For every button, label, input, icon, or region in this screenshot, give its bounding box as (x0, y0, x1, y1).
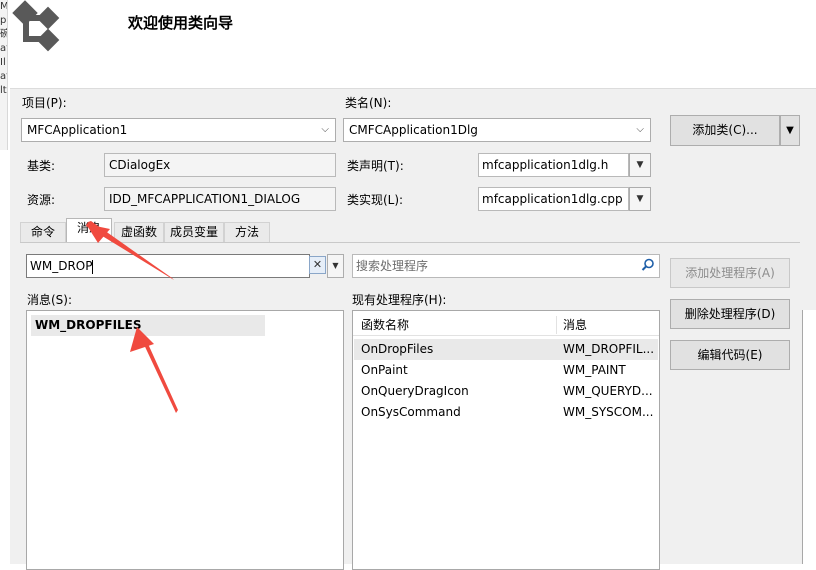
add-handler-button[interactable]: 添加处理程序(A) (670, 258, 790, 288)
fragment-line: p (0, 15, 7, 26)
close-icon[interactable]: ✕ (309, 256, 326, 274)
base-class-label: 基类: (27, 159, 56, 173)
project-value: MFCApplication1 (27, 123, 128, 137)
fragment-line: at (0, 71, 7, 82)
tab-virtual-functions[interactable]: 虚函数 (114, 222, 164, 242)
function-cell: OnSysCommand (361, 405, 461, 419)
add-class-dropdown-button[interactable]: ▼ (780, 115, 800, 146)
class-implementation-dropdown[interactable]: ▼ (629, 187, 651, 211)
tab-commands[interactable]: 命令 (20, 222, 66, 242)
tab-methods[interactable]: 方法 (224, 222, 270, 242)
caret-down-icon: ▼ (332, 261, 339, 270)
column-header-function[interactable]: 函数名称 (361, 314, 409, 336)
tab-strip-divider (20, 242, 800, 243)
message-cell: WM_SYSCOM... (563, 405, 654, 419)
text-cursor (92, 259, 94, 274)
message-filter-value: WM_DROP (30, 259, 93, 273)
column-header-message[interactable]: 消息 (563, 314, 587, 336)
message-cell: WM_QUERYD... (563, 384, 653, 398)
table-row[interactable]: OnQueryDragIcon WM_QUERYD... (354, 381, 658, 402)
messages-list[interactable]: WM_DROPFILES (26, 310, 344, 570)
chevron-down-icon: ⌵ (321, 124, 329, 135)
delete-handler-button[interactable]: 删除处理程序(D) (670, 299, 790, 329)
background-window-fragment: M p 碗 at Il at lt (0, 0, 8, 150)
class-name-combo[interactable]: CMFCApplication1Dlg ⌵ (343, 118, 651, 142)
add-class-button[interactable]: 添加类(C)... (670, 115, 780, 146)
wizard-header (0, 0, 816, 88)
handler-search-input[interactable]: 搜索处理程序 (352, 254, 660, 278)
search-icon[interactable] (640, 257, 656, 273)
caret-down-icon: ▼ (636, 194, 644, 204)
message-filter-dropdown[interactable]: ▼ (327, 254, 344, 278)
class-name-value: CMFCApplication1Dlg (349, 123, 478, 137)
project-combo[interactable]: MFCApplication1 ⌵ (21, 118, 336, 142)
class-declaration-label: 类声明(T): (347, 159, 404, 173)
caret-down-icon: ▼ (786, 125, 794, 136)
class-wizard-icon (10, 0, 66, 56)
resource-label: 资源: (27, 193, 56, 207)
column-divider (556, 316, 557, 334)
caret-down-icon: ▼ (636, 160, 644, 170)
table-row[interactable]: OnDropFiles WM_DROPFIL... (354, 339, 658, 360)
table-row[interactable]: OnSysCommand WM_SYSCOM... (354, 402, 658, 423)
project-label: 项目(P): (22, 96, 67, 110)
fragment-line: M (0, 1, 8, 12)
class-declaration-field[interactable]: mfcapplication1dlg.h (478, 153, 629, 177)
function-cell: OnPaint (361, 363, 408, 377)
function-cell: OnQueryDragIcon (361, 384, 469, 398)
fragment-line: lt (0, 85, 7, 96)
class-name-label: 类名(N): (345, 96, 392, 110)
function-cell: OnDropFiles (361, 342, 434, 356)
page-title: 欢迎使用类向导 (128, 14, 234, 32)
fragment-line: Il (0, 57, 6, 68)
base-class-field: CDialogEx (104, 153, 336, 177)
resource-field: IDD_MFCAPPLICATION1_DIALOG (104, 187, 336, 211)
fragment-line: at (0, 43, 7, 54)
class-declaration-dropdown[interactable]: ▼ (629, 153, 651, 177)
message-filter-input[interactable]: WM_DROP (26, 254, 310, 278)
existing-handlers-table[interactable]: 函数名称 消息 OnDropFiles WM_DROPFIL... OnPain… (352, 310, 660, 570)
edit-code-button[interactable]: 编辑代码(E) (670, 340, 790, 370)
adjacent-panel-edge (802, 310, 816, 564)
message-item[interactable]: WM_DROPFILES (31, 315, 265, 336)
table-header: 函数名称 消息 (353, 314, 659, 336)
chevron-down-icon: ⌵ (636, 124, 644, 135)
fragment-line: 碗 (0, 28, 7, 42)
messages-label: 消息(S): (27, 293, 73, 307)
table-row[interactable]: OnPaint WM_PAINT (354, 360, 658, 381)
class-implementation-label: 类实现(L): (347, 193, 404, 207)
tab-messages[interactable]: 消息 (66, 218, 112, 242)
existing-handlers-label: 现有处理程序(H): (352, 293, 447, 307)
tab-member-variables[interactable]: 成员变量 (164, 222, 224, 242)
message-cell: WM_DROPFIL... (563, 342, 655, 356)
class-implementation-field[interactable]: mfcapplication1dlg.cpp (478, 187, 629, 211)
message-cell: WM_PAINT (563, 363, 626, 377)
handler-search-placeholder: 搜索处理程序 (356, 259, 429, 273)
